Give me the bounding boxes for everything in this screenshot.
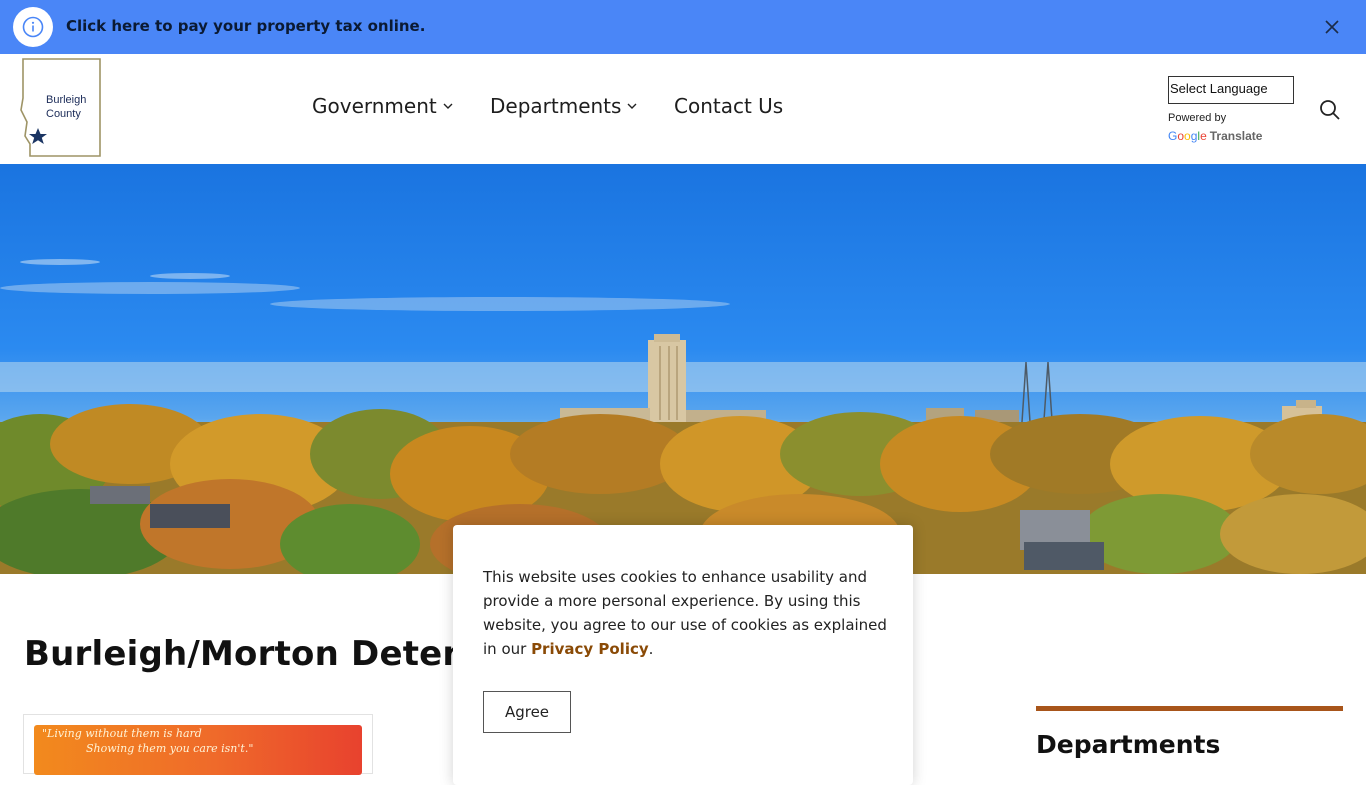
- hero-image: [0, 164, 1366, 574]
- translate-label: Translate: [1209, 129, 1263, 143]
- close-icon[interactable]: [1320, 15, 1344, 39]
- google-translate-link[interactable]: Google Translate: [1168, 129, 1262, 143]
- nav-government[interactable]: Government: [312, 94, 453, 118]
- info-icon: [13, 7, 53, 47]
- nav-contact-us[interactable]: Contact Us: [674, 94, 783, 118]
- content-card: "Living without them is hard Showing the…: [23, 714, 373, 775]
- cookie-message-end: .: [648, 640, 654, 658]
- chevron-down-icon: [627, 102, 637, 110]
- sidebar-heading: Departments: [1036, 730, 1221, 759]
- alert-bar: Click here to pay your property tax onli…: [0, 0, 1366, 54]
- privacy-policy-link[interactable]: Privacy Policy: [531, 640, 649, 658]
- cookie-banner: This website uses cookies to enhance usa…: [453, 525, 913, 785]
- powered-by-label: Powered by: [1168, 112, 1227, 124]
- page-title: Burleigh/Morton Detentio: [24, 634, 519, 674]
- chevron-down-icon: [443, 102, 453, 110]
- google-logo: Google: [1168, 129, 1207, 143]
- quote-line-2: Showing them you care isn't.": [86, 742, 254, 755]
- nav-government-label: Government: [312, 94, 437, 118]
- nav-departments[interactable]: Departments: [490, 94, 637, 118]
- sidebar-divider: [1036, 706, 1343, 711]
- site-header: Burleigh County Government Departments C…: [0, 54, 1366, 164]
- agree-button[interactable]: Agree: [483, 691, 571, 733]
- county-logo[interactable]: Burleigh County: [18, 58, 104, 160]
- logo-line-1: Burleigh: [46, 94, 87, 106]
- logo-text: Burleigh County: [46, 93, 106, 121]
- nav-departments-label: Departments: [490, 94, 622, 118]
- quote-line-1: "Living without them is hard: [42, 727, 202, 740]
- nav-contact-us-label: Contact Us: [674, 94, 784, 118]
- search-icon[interactable]: [1318, 98, 1342, 122]
- logo-line-2: County: [46, 108, 81, 120]
- cookie-message: This website uses cookies to enhance usa…: [483, 565, 893, 661]
- language-select[interactable]: Select Language: [1168, 76, 1294, 104]
- pay-property-tax-link[interactable]: Click here to pay your property tax onli…: [66, 17, 425, 35]
